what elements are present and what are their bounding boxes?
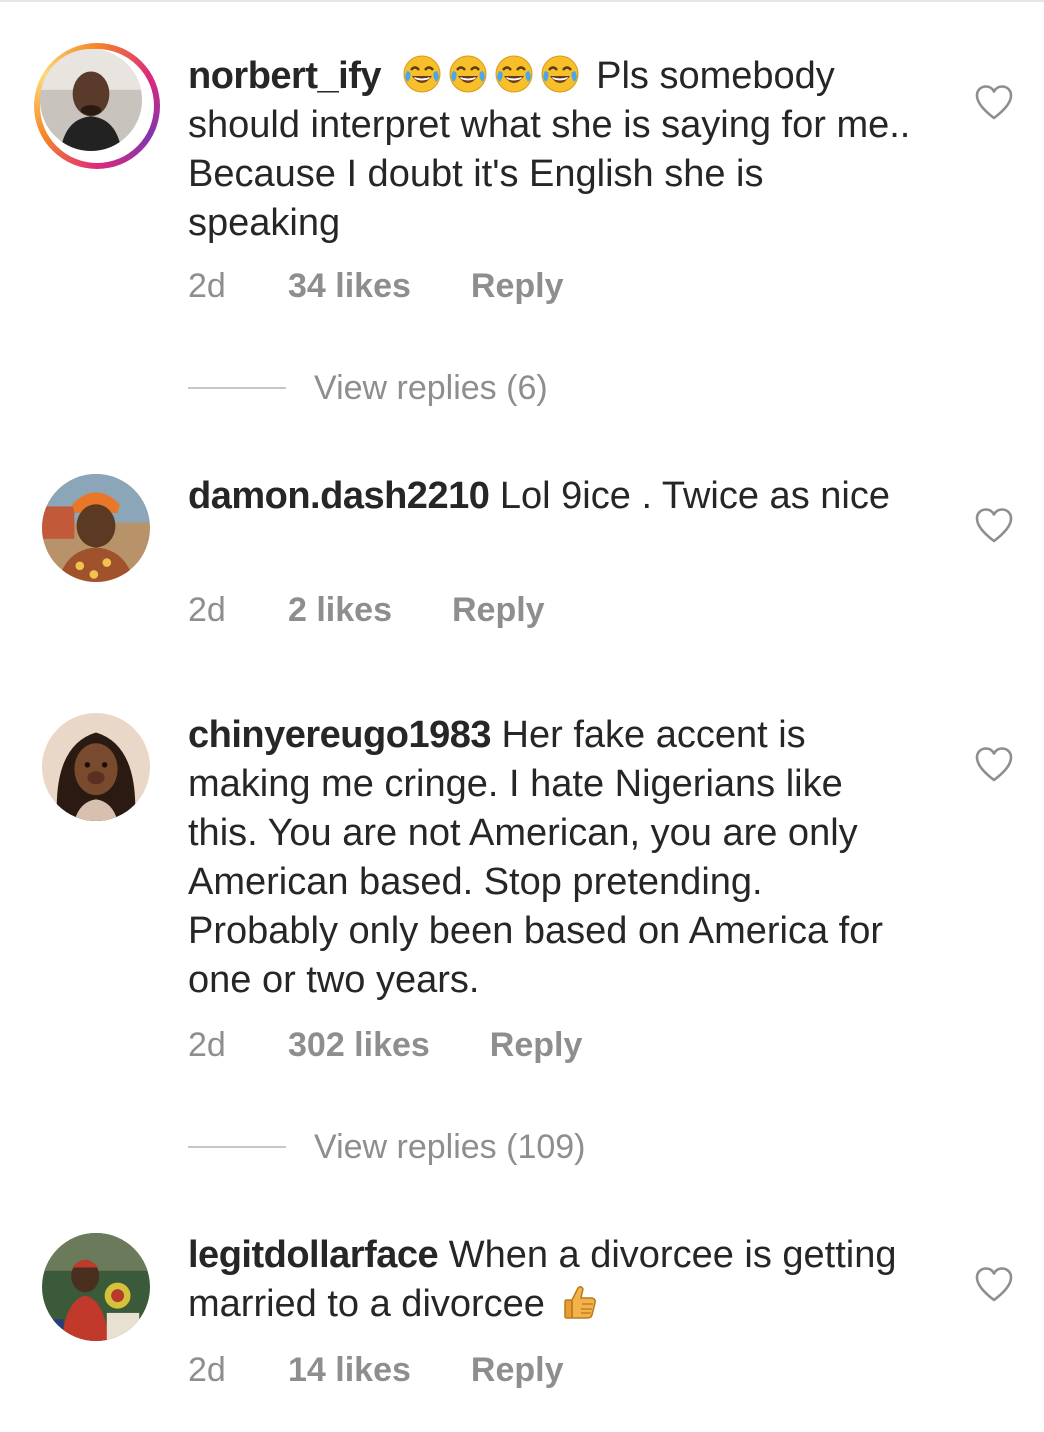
comment-body: damon.dash2210 Lol 9ice . Twice as nice — [188, 472, 918, 521]
reply-button[interactable]: Reply — [452, 590, 545, 630]
thumbs-up-icon — [560, 1282, 600, 1322]
view-replies-button[interactable]: View replies (6) — [188, 368, 548, 408]
reply-button[interactable]: Reply — [490, 1025, 583, 1065]
view-replies-line — [188, 387, 286, 389]
comment-time: 2d — [188, 1026, 226, 1064]
avatar[interactable] — [42, 1233, 150, 1341]
comment-body: legitdollarface When a divorcee is getti… — [188, 1231, 918, 1329]
view-replies-line — [188, 1146, 286, 1148]
reply-button[interactable]: Reply — [471, 1350, 564, 1390]
comment-meta: 2d 14 likes Reply — [188, 1350, 563, 1390]
view-replies-button[interactable]: View replies (109) — [188, 1127, 586, 1167]
comment-meta: 2d 302 likes Reply — [188, 1025, 582, 1065]
top-divider — [0, 0, 1044, 2]
face-with-tears-of-joy-icon — [540, 54, 580, 94]
avatar — [40, 49, 142, 151]
comment-meta: 2d 34 likes Reply — [188, 266, 563, 306]
heart-outline-icon[interactable] — [974, 506, 1014, 546]
comment-time: 2d — [188, 267, 226, 305]
view-replies-label: View replies (6) — [314, 368, 548, 407]
avatar[interactable] — [42, 713, 150, 821]
comment-body: norbert_ify Pls somebody should interpre… — [188, 52, 918, 248]
comment-text: Her fake accent is making me cringe. I h… — [188, 714, 883, 1001]
avatar-story-ring[interactable] — [34, 43, 160, 169]
avatar[interactable] — [42, 474, 150, 582]
face-with-tears-of-joy-icon — [402, 54, 442, 94]
comment-username[interactable]: norbert_ify — [188, 55, 381, 97]
heart-outline-icon[interactable] — [974, 83, 1014, 123]
comment-likes[interactable]: 302 likes — [288, 1025, 430, 1065]
comment-username[interactable]: legitdollarface — [188, 1234, 439, 1276]
comment-likes[interactable]: 34 likes — [288, 266, 411, 306]
comment-time: 2d — [188, 1351, 226, 1389]
comment-meta: 2d 2 likes Reply — [188, 590, 545, 630]
heart-outline-icon[interactable] — [974, 1265, 1014, 1305]
face-with-tears-of-joy-icon — [448, 54, 488, 94]
comment-username[interactable]: damon.dash2210 — [188, 475, 490, 517]
reply-button[interactable]: Reply — [471, 266, 564, 306]
heart-outline-icon[interactable] — [974, 745, 1014, 785]
comment-body: chinyereugo1983 Her fake accent is makin… — [188, 711, 918, 1005]
view-replies-label: View replies (109) — [314, 1127, 586, 1166]
comment-time: 2d — [188, 591, 226, 629]
comment-likes[interactable]: 2 likes — [288, 590, 392, 630]
comment-likes[interactable]: 14 likes — [288, 1350, 411, 1390]
comment-text: Lol 9ice . Twice as nice — [499, 475, 890, 517]
comment-username[interactable]: chinyereugo1983 — [188, 714, 491, 756]
face-with-tears-of-joy-icon — [494, 54, 534, 94]
